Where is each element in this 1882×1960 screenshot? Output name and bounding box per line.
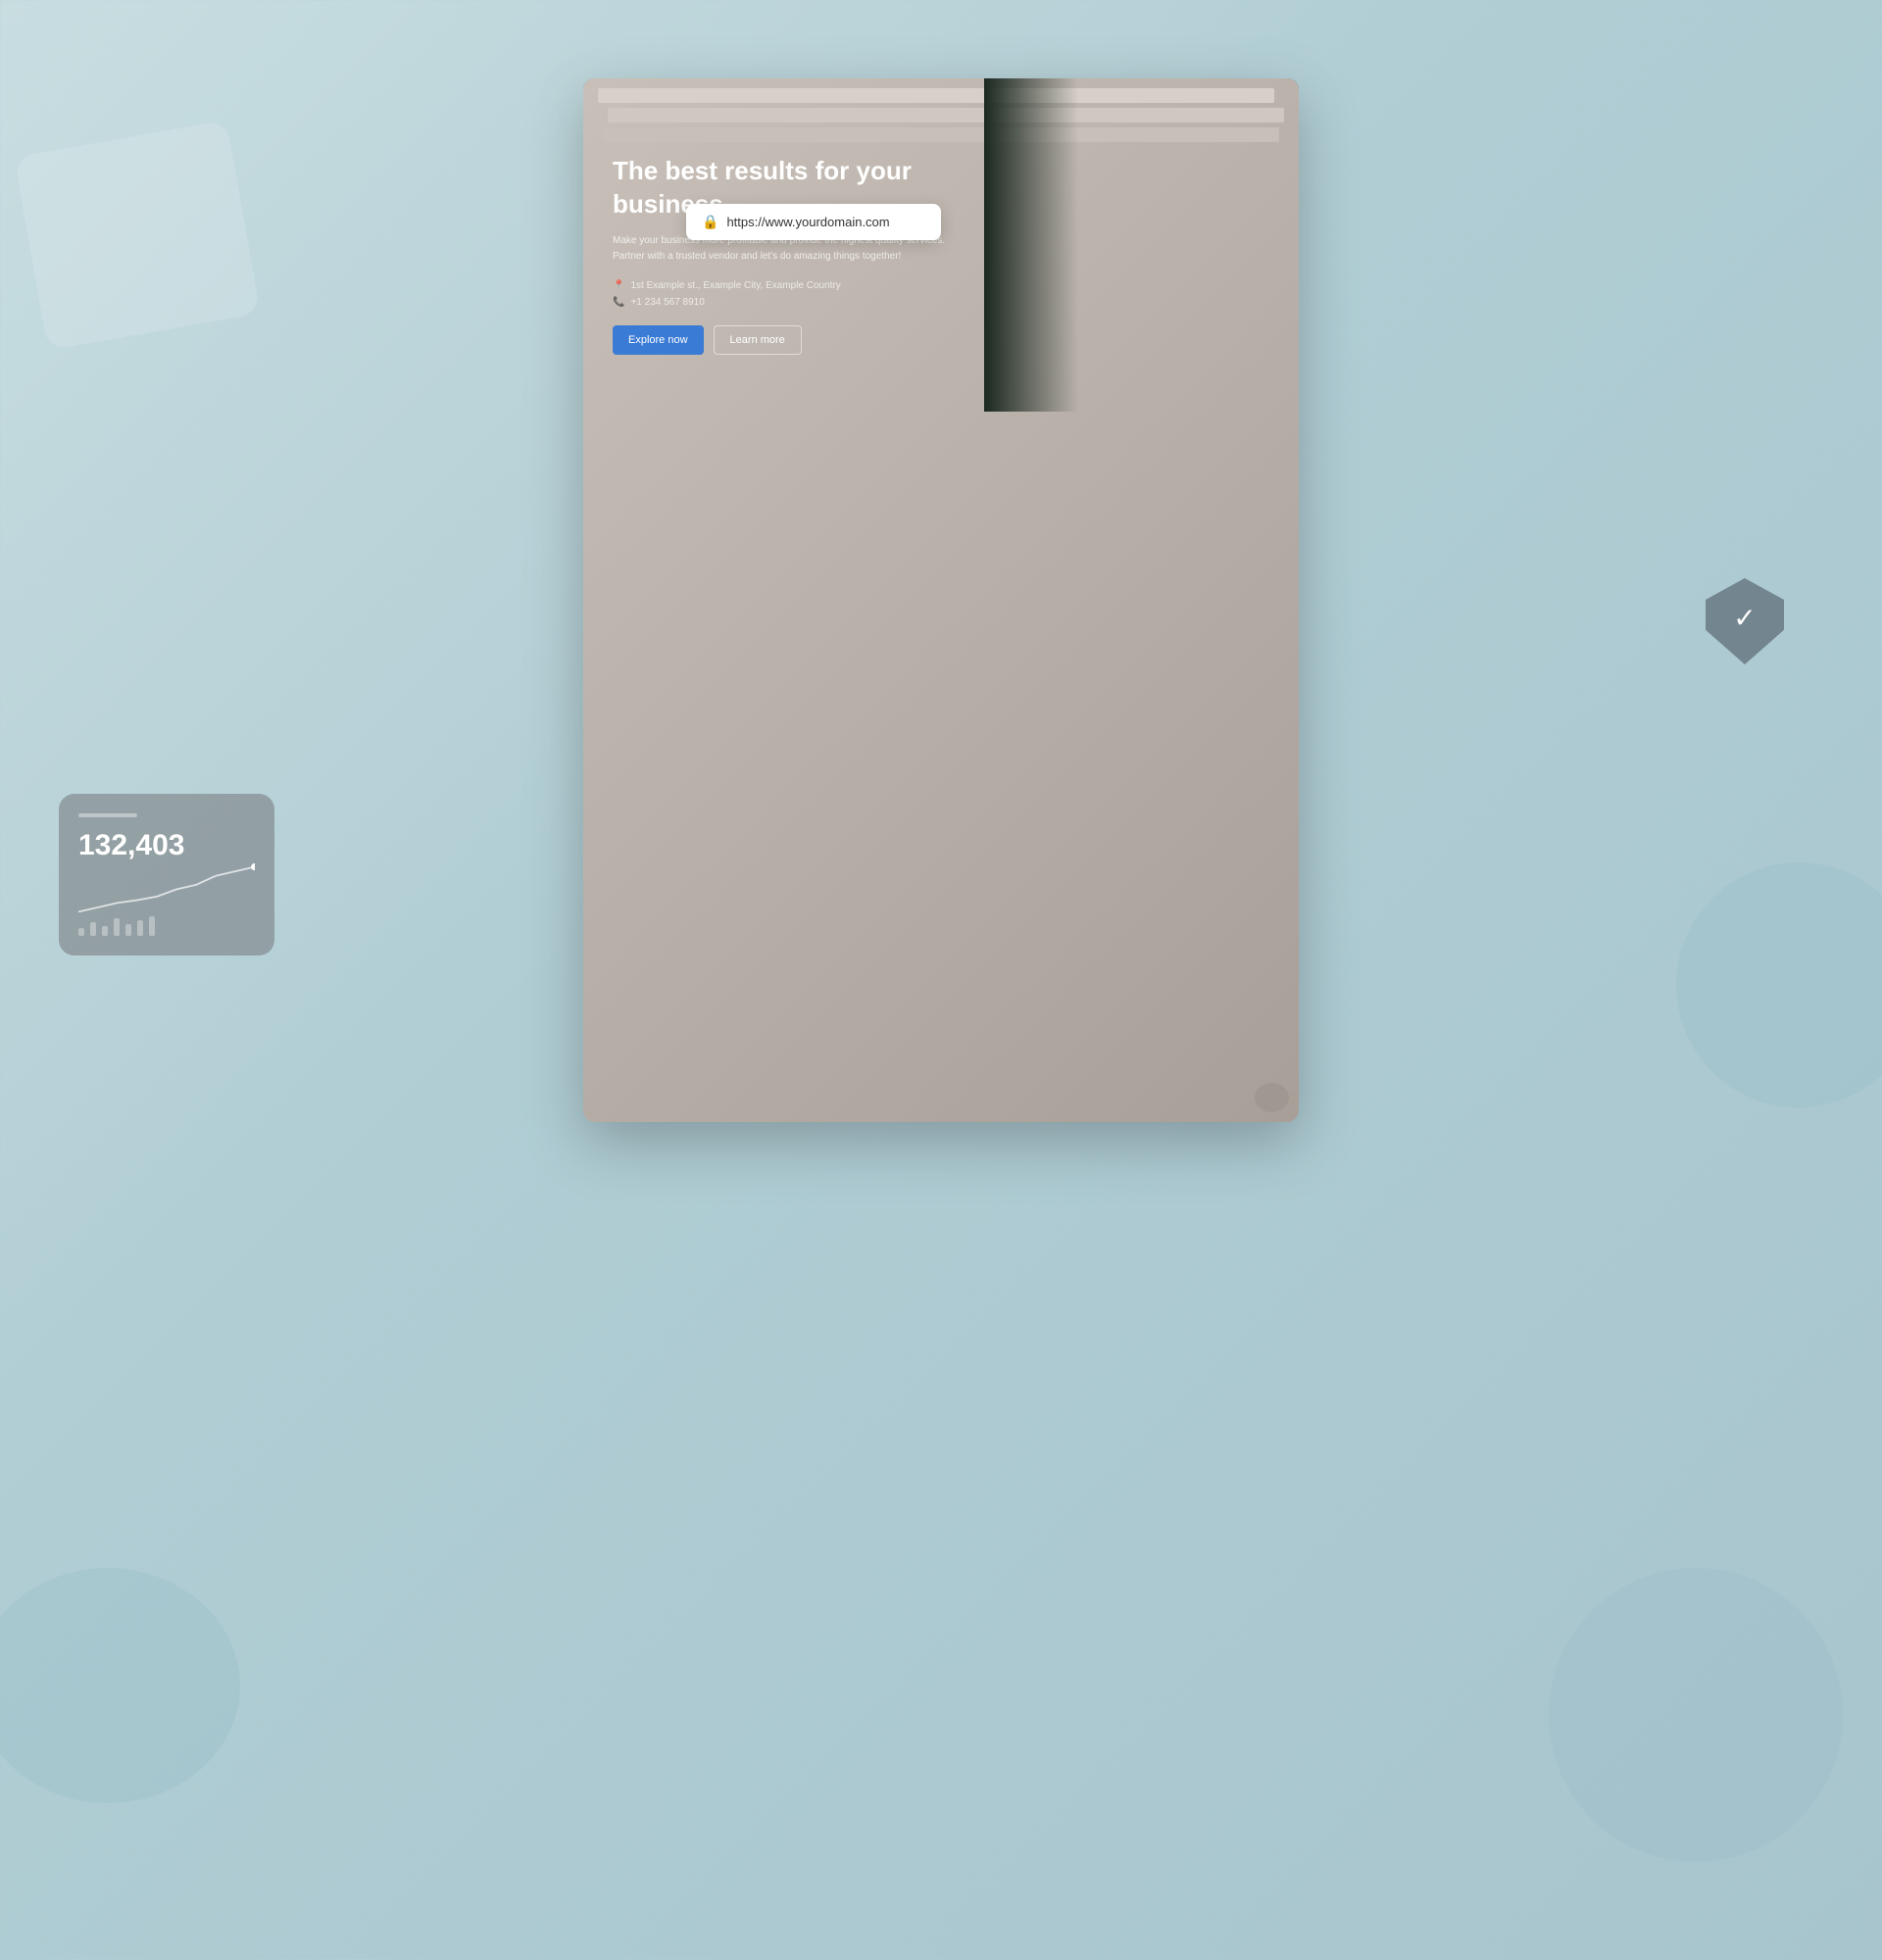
lock-icon: 🔒 (702, 214, 718, 230)
bg-decoration-2 (0, 1568, 240, 1803)
mini-bar-7 (149, 916, 155, 936)
stats-widget: 132,403 (59, 794, 274, 956)
service-card-3: Category Service 3 This is a service des… (1054, 821, 1240, 1009)
content-area: SUPERSCRIPT Block title. Replace it with… (583, 412, 1299, 1122)
bg-decoration-4 (1549, 1568, 1843, 1862)
shield-shape: ✓ (1706, 578, 1784, 664)
mini-bar-2 (90, 922, 96, 936)
learn-more-button[interactable]: Learn more (714, 325, 802, 355)
shield-badge: ✓ (1706, 578, 1784, 664)
hero-section: D Dayton Home +1 234 567 8910 The best r… (583, 78, 1299, 412)
hero-phone: 📞 +1 234 567 8910 (613, 297, 948, 308)
hero-content: The best results for your business Make … (583, 125, 977, 394)
url-bar: 🔒 https://www.yourdomain.com (686, 204, 941, 240)
url-text: https://www.yourdomain.com (726, 215, 889, 229)
hero-address: 📍 1st Example st., Example City, Example… (613, 280, 948, 291)
mini-bar-6 (137, 920, 143, 936)
service-3-image (1054, 821, 1240, 929)
phone-icon: 📞 (613, 297, 624, 308)
hero-buttons: Explore now Learn more (613, 325, 948, 355)
location-icon: 📍 (613, 280, 624, 291)
shield-check-icon: ✓ (1733, 602, 1756, 634)
services-grid: Category Service 1 This is a service des… (642, 821, 1240, 1009)
bg-decoration-1 (14, 120, 260, 350)
explore-now-button[interactable]: Explore now (613, 325, 704, 355)
block-two: SUPERSCRIPT Block title This is a block … (583, 666, 1299, 1050)
bg-decoration-3 (1676, 862, 1882, 1107)
stats-number: 132,403 (78, 829, 255, 862)
mini-bars (78, 916, 255, 936)
stats-bar (78, 813, 137, 817)
chart-svg (78, 862, 255, 916)
mini-bar-1 (78, 928, 84, 936)
mini-bar-5 (125, 924, 131, 936)
mini-bar-3 (102, 926, 108, 936)
mini-bar-4 (114, 918, 120, 936)
